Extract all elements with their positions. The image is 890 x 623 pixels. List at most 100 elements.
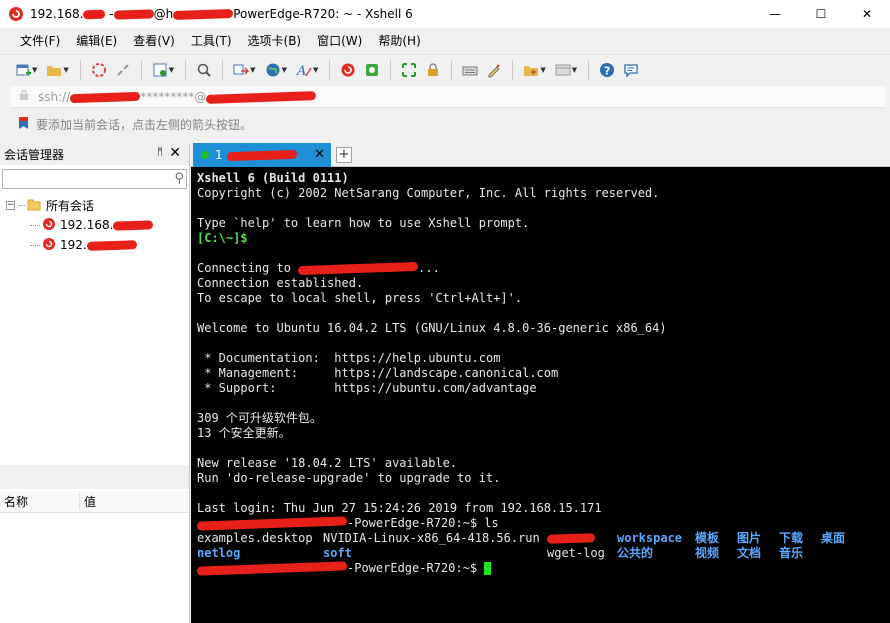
folder-icon — [27, 197, 41, 214]
session-item[interactable]: 192. — [0, 235, 189, 255]
upgradable-packages-line: 309 个可升级软件包。 — [197, 411, 322, 425]
layout-icon[interactable] — [552, 59, 574, 81]
chevron-down-icon[interactable]: ▼ — [63, 66, 68, 74]
session-tab-strip: 1 ✕ + — [191, 143, 890, 167]
session-item-label: 192. — [60, 238, 137, 252]
escape-hint-line: To escape to local shell, press 'Ctrl+Al… — [197, 291, 523, 305]
welcome-line: Welcome to Ubuntu 16.04.2 LTS (GNU/Linux… — [197, 321, 667, 335]
new-session-icon[interactable] — [12, 59, 34, 81]
close-tab-icon[interactable]: ✕ — [314, 147, 325, 162]
chevron-down-icon[interactable]: ▼ — [250, 66, 255, 74]
toolbar-divider — [390, 59, 392, 80]
security-updates-line: 13 个安全更新。 — [197, 426, 291, 440]
properties-header: 名称 值 — [0, 491, 189, 513]
terminal-header: Xshell 6 (Build 0111) — [197, 171, 349, 185]
lock-icon — [18, 89, 30, 104]
toolbar-divider — [329, 59, 331, 80]
session-icon — [42, 217, 56, 234]
chevron-down-icon[interactable]: ▼ — [540, 66, 545, 74]
toolbar-divider — [222, 59, 224, 80]
maximize-button[interactable]: ☐ — [798, 0, 844, 28]
menu-file[interactable]: 文件(F) — [12, 28, 68, 54]
connected-status-icon — [201, 151, 209, 159]
connecting-line: Connecting to ... — [197, 261, 440, 276]
terminal-output[interactable]: Xshell 6 (Build 0111) Copyright (c) 2002… — [191, 167, 890, 623]
connect-icon[interactable] — [88, 59, 110, 81]
chevron-down-icon[interactable]: ▼ — [282, 66, 287, 74]
menu-window[interactable]: 窗口(W) — [309, 28, 370, 54]
address-text: ssh://*********@ — [38, 90, 317, 104]
release-upgrade-hint-line: Run 'do-release-upgrade' to upgrade to i… — [197, 471, 501, 485]
tree-root-label: 所有会话 — [46, 198, 95, 213]
globe-icon[interactable] — [262, 59, 284, 81]
support-line: * Support: https://ubuntu.com/advantage — [197, 381, 537, 395]
properties-icon[interactable] — [149, 59, 171, 81]
toolbar-divider — [512, 59, 514, 80]
lock-icon[interactable] — [422, 59, 444, 81]
svg-text:?: ? — [604, 64, 610, 77]
add-folder-icon[interactable] — [520, 59, 542, 81]
window-title: 192.168. - @h PowerEdge-R720: ~ - Xshell 6 — [30, 7, 413, 21]
column-name-header[interactable]: 名称 — [0, 493, 80, 510]
tree-connector — [19, 204, 25, 206]
tree-root-all-sessions[interactable]: − 所有会话 — [0, 195, 189, 215]
shell-prompt-ls: -PowerEdge-R720:~$ ls — [196, 516, 890, 531]
column-value-header[interactable]: 值 — [80, 493, 96, 510]
toolbar-divider — [140, 59, 142, 80]
font-icon[interactable]: A — [293, 59, 315, 81]
terminal-help-line: Type `help' to learn how to use Xshell p… — [197, 216, 530, 230]
close-icon[interactable]: ✕ — [169, 145, 181, 161]
tree-connector — [30, 244, 40, 246]
disconnect-icon[interactable] — [112, 59, 134, 81]
session-search-input[interactable]: ⚲ — [2, 169, 187, 189]
minimize-button[interactable]: — — [752, 0, 798, 28]
local-prompt: [C:\~]$ — [197, 231, 248, 245]
panel-splitter[interactable] — [0, 465, 189, 489]
transfer-icon[interactable] — [230, 59, 252, 81]
chevron-down-icon[interactable]: ▼ — [32, 66, 37, 74]
tab-label: 1 — [215, 148, 297, 162]
menu-tabs[interactable]: 选项卡(B) — [240, 28, 310, 54]
chat-icon[interactable] — [620, 59, 642, 81]
collapse-icon[interactable]: − — [6, 200, 15, 210]
svg-text:A: A — [296, 64, 306, 78]
session-manager-title: 会话管理器 — [4, 147, 65, 162]
ls-output-row-1: examples.desktop NVIDIA-Linux-x86_64-418.… — [197, 531, 846, 545]
session-tree: − 所有会话 192.168. 192. — [0, 195, 189, 255]
chevron-down-icon[interactable]: ▼ — [572, 66, 577, 74]
bookmark-arrow-icon[interactable] — [18, 116, 30, 133]
terminal-copyright: Copyright (c) 2002 NetSarang Computer, I… — [197, 186, 660, 200]
title-bar: 192.168. - @h PowerEdge-R720: ~ - Xshell 6… — [0, 0, 890, 28]
help-icon[interactable]: ? — [596, 59, 618, 81]
new-release-line: New release '18.04.2 LTS' available. — [197, 456, 458, 470]
close-window-button[interactable]: ✕ — [844, 0, 890, 28]
xshell-icon[interactable] — [337, 59, 359, 81]
address-bar[interactable]: ssh://*********@ — [10, 86, 886, 108]
menu-help[interactable]: 帮助(H) — [370, 28, 428, 54]
new-tab-button[interactable]: + — [336, 147, 352, 163]
session-hint-bar: 要添加当前会话，点击左侧的箭头按钮。 — [10, 112, 886, 136]
documentation-line: * Documentation: https://help.ubuntu.com — [197, 351, 501, 365]
open-folder-icon[interactable] — [43, 59, 65, 81]
session-item[interactable]: 192.168. — [0, 215, 189, 235]
pin-icon[interactable]: ᛗ — [157, 147, 163, 158]
menu-edit[interactable]: 编辑(E) — [68, 28, 125, 54]
highlight-icon[interactable] — [483, 59, 505, 81]
management-line: * Management: https://landscape.canonica… — [197, 366, 559, 380]
menu-tools[interactable]: 工具(T) — [183, 28, 240, 54]
toolbar-divider — [451, 59, 453, 80]
connection-established-line: Connection established. — [197, 276, 364, 290]
chevron-down-icon[interactable]: ▼ — [169, 66, 174, 74]
keyboard-icon[interactable] — [459, 59, 481, 81]
session-manager-panel: 会话管理器 ᛗ ✕ ⚲ − 所有会话 192.168. 192. 名称 值 — [0, 143, 190, 623]
toolbar-divider — [79, 59, 81, 80]
xftp-icon[interactable] — [361, 59, 383, 81]
tab-session-1[interactable]: 1 ✕ — [193, 143, 331, 167]
menu-view[interactable]: 查看(V) — [125, 28, 183, 54]
menu-bar: 文件(F) 编辑(E) 查看(V) 工具(T) 选项卡(B) 窗口(W) 帮助(… — [0, 28, 890, 54]
session-item-label: 192.168. — [60, 218, 154, 232]
search-icon: ⚲ — [174, 171, 184, 186]
chevron-down-icon[interactable]: ▼ — [313, 66, 318, 74]
fullscreen-icon[interactable] — [398, 59, 420, 81]
search-icon[interactable] — [193, 59, 215, 81]
